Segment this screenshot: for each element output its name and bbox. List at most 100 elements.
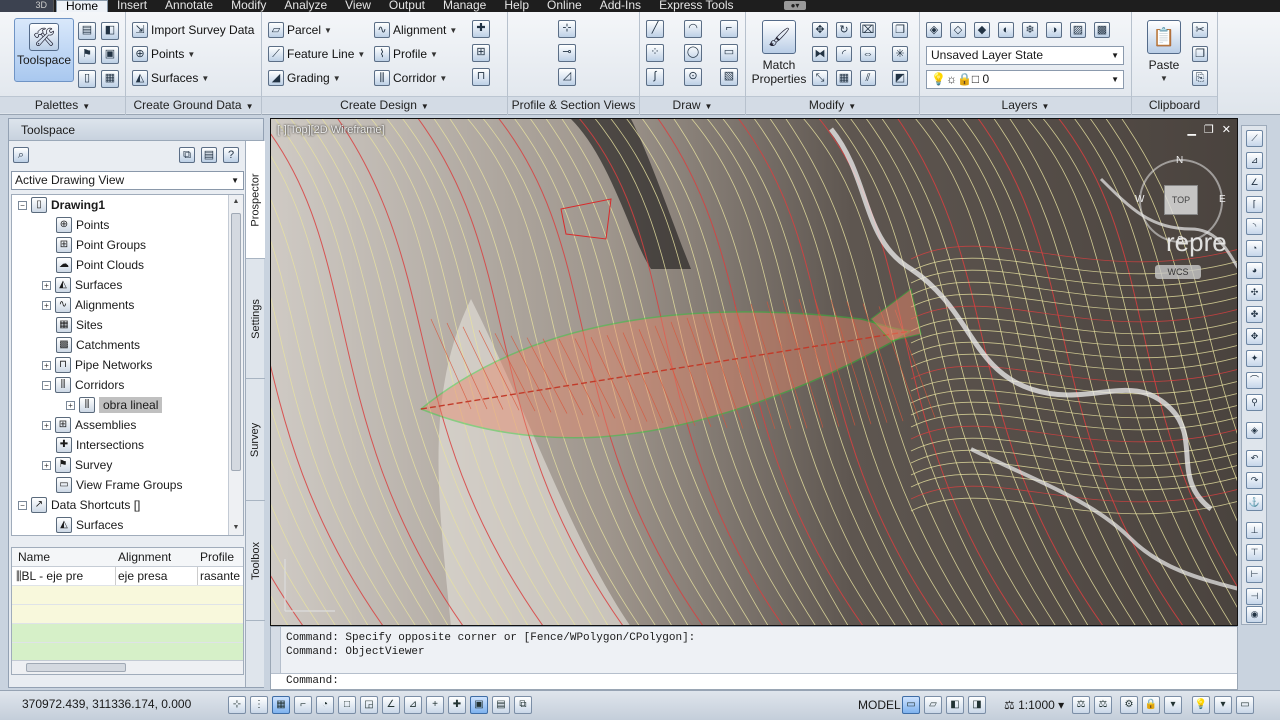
compass-north[interactable]: N [1176,155,1183,166]
close-icon[interactable]: ✕ [1222,123,1231,136]
tree-scrollbar[interactable]: ▲ ▼ [228,195,243,535]
toolbox-icon[interactable]: ▣ [101,46,119,64]
panel-title-profile-section[interactable]: Profile & Section Views [508,96,639,113]
surfaces-button[interactable]: ◭ Surfaces ▼ [132,68,209,88]
minimize-icon[interactable]: ▁ [1187,123,1195,136]
nav-tool-icon[interactable]: ✣ [1246,284,1263,301]
help-icon[interactable]: ? [223,147,239,163]
tree-node-points[interactable]: ⊕ Points [56,215,109,235]
tab-modify[interactable]: Modify [222,0,275,12]
line-icon[interactable]: ╱ [646,20,664,38]
polyline-icon[interactable]: ⌐ [720,20,738,38]
cell-alignment[interactable]: eje presa [115,567,195,585]
scroll-thumb[interactable] [231,213,241,471]
lineweight-icon[interactable]: ✚ [448,696,466,714]
layer-off-icon[interactable]: ◑ [1046,22,1062,38]
cursor-coordinates[interactable]: 370972.439, 311336.174, 0.000 [22,697,191,711]
nav-tool-icon[interactable]: ↶ [1246,450,1263,467]
layer-isolate-icon[interactable]: ◐ [998,22,1014,38]
toolspace-button[interactable]: 🛠 Toolspace [14,18,74,82]
nav-tool-icon[interactable]: ⊤ [1246,544,1263,561]
prospector-icon[interactable]: ▤ [78,22,96,40]
sample-lines-icon[interactable]: ⊸ [558,44,576,62]
nav-tool-icon[interactable]: ⊢ [1246,566,1263,583]
tree-node-pipe-networks[interactable]: + ⊓ Pipe Networks [42,355,152,375]
object-snap-tracking-icon[interactable]: ∠ [382,696,400,714]
copy-icon[interactable]: ❐ [892,22,908,38]
tree-node-drawing[interactable]: − ▯ Drawing1 [18,195,105,215]
drawing-viewport[interactable]: [-][Top][2D Wireframe] ▁ ❐ ✕ N W E S TOP… [270,118,1238,626]
layer-match-icon[interactable]: ◇ [950,22,966,38]
compass-west[interactable]: W [1135,194,1144,205]
panel-title-layers[interactable]: Layers ▼ [920,96,1131,113]
survey-icon[interactable]: ⚑ [78,46,96,64]
transparency-icon[interactable]: ▣ [470,696,488,714]
import-survey-data-button[interactable]: ⇲ Import Survey Data [132,20,254,40]
table-row[interactable]: ⫼ BL - eje pre eje presa rasante [12,567,243,586]
annotation-scale[interactable]: ⚖ 1:1000 ▾ [1004,696,1064,714]
mirror-icon[interactable]: ⧓ [812,46,828,62]
layer-walk-icon[interactable]: ▩ [1094,22,1110,38]
rotate-icon[interactable]: ↻ [836,22,852,38]
nav-tool-icon[interactable]: ◉ [1246,606,1263,623]
hardware-acceleration-icon[interactable]: ▾ [1164,696,1182,714]
ribbon-toggle-icon[interactable]: ●▾ [784,1,806,10]
layout-tab-icon[interactable]: ▱ [924,696,942,714]
expand-icon[interactable]: + [42,420,51,430]
tab-express-tools[interactable]: Express Tools [650,0,742,12]
layer-icon[interactable]: ▦ [101,70,119,88]
array-icon[interactable]: ▦ [836,70,852,86]
panel-title-draw[interactable]: Draw ▼ [640,96,745,113]
tree-node-sites[interactable]: ▦ Sites [56,315,103,335]
dynamic-ucs-icon[interactable]: ⊿ [404,696,422,714]
feature-line-button[interactable]: ⟋ Feature Line ▼ [268,44,365,64]
erase-icon[interactable]: ◩ [892,70,908,86]
tab-settings[interactable]: Settings [246,259,265,379]
tab-insert[interactable]: Insert [108,0,156,12]
tab-prospector[interactable]: Prospector [246,141,265,259]
nav-tool-icon[interactable]: ⌈ [1246,196,1263,213]
collapse-icon[interactable]: − [42,380,51,390]
scale-icon[interactable]: ⤡ [812,70,828,86]
tree-node-alignments[interactable]: + ∿ Alignments [42,295,134,315]
selection-cycling-icon[interactable]: ⧉ [514,696,532,714]
tab-analyze[interactable]: Analyze [275,0,336,12]
nav-tool-icon[interactable]: ◝ [1246,218,1263,235]
layer-previous-icon[interactable]: ◆ [974,22,990,38]
snap-mode-icon[interactable]: ⋮ [250,696,268,714]
lock-ui-icon[interactable]: 🔒 [1142,696,1160,714]
nav-tool-icon[interactable]: ✤ [1246,306,1263,323]
expand-icon[interactable]: + [42,300,51,310]
layer-properties-icon[interactable]: ◈ [926,22,942,38]
nav-tool-icon[interactable]: ◕ [1246,262,1263,279]
column-header-profile[interactable]: Profile [200,548,234,566]
ellipse-icon[interactable]: ⊙ [684,68,702,86]
viewcube-top-face[interactable]: TOP [1164,185,1198,215]
scroll-thumb[interactable] [26,663,126,672]
auto-scale-icon[interactable]: ⚖ [1094,696,1112,714]
grid-horizontal-scrollbar[interactable] [12,660,243,674]
tree-node-corridors[interactable]: − ⫼ Corridors [42,375,124,395]
command-input[interactable]: Command: [271,673,1237,689]
nav-tool-icon[interactable]: ◔ [1246,240,1263,257]
nav-tool-icon[interactable]: ◈ [1246,422,1263,439]
polar-tracking-icon[interactable]: ◔ [316,696,334,714]
paste-special-icon[interactable]: ⎘ [1192,70,1208,86]
clean-screen-icon[interactable]: ▾ [1214,696,1232,714]
toolspace-title-bar[interactable]: Toolspace [9,119,263,141]
ortho-mode-icon[interactable]: ⌐ [294,696,312,714]
point-style-icon[interactable]: ⁘ [646,44,664,62]
nav-tool-icon[interactable]: ↷ [1246,472,1263,489]
nav-tool-icon[interactable]: ✦ [1246,350,1263,367]
properties-icon[interactable]: ◧ [101,22,119,40]
tab-help[interactable]: Help [495,0,538,12]
column-header-alignment[interactable]: Alignment [118,548,171,566]
zoom-search-icon[interactable]: ⌕ [13,147,29,163]
panel-title-create-ground-data[interactable]: Create Ground Data ▼ [126,96,261,113]
expand-icon[interactable]: + [42,360,51,370]
quick-view-layouts-icon[interactable]: ◧ [946,696,964,714]
tab-survey[interactable]: Survey [246,379,265,501]
current-layer-select[interactable]: 💡☼🔒□ 0 ▼ [926,70,1124,89]
restore-icon[interactable]: ❐ [1204,123,1214,136]
match-properties-button[interactable]: 🖌 Match Properties [752,20,806,86]
